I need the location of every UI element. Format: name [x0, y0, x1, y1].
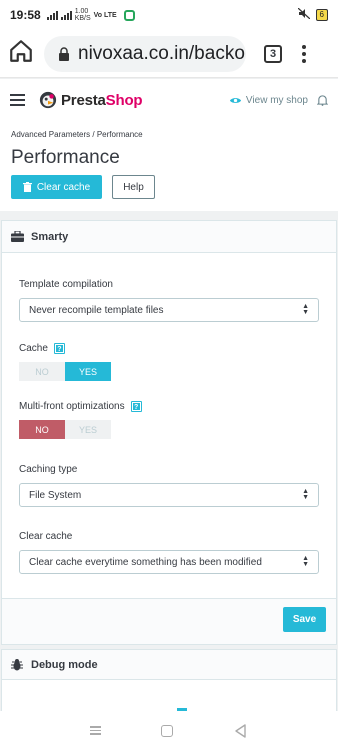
view-my-shop-label: View my shop [245, 94, 308, 106]
select-arrows-icon: ▲ ▼ [302, 555, 309, 568]
signal-icon [46, 10, 58, 20]
template-compilation-value: Never recompile template files [29, 304, 164, 316]
status-bar: 19:58 1.00 KB/S Vo LTE 6 [0, 0, 338, 30]
multifront-yes-option[interactable]: YES [65, 420, 111, 439]
smarty-panel-title: Smarty [31, 230, 69, 243]
multifront-label-row: Multi-front optimizations ? [19, 401, 319, 412]
cache-field: Cache ? NO YES [19, 343, 319, 381]
status-icons: 1.00 KB/S Vo LTE [46, 8, 135, 22]
recents-icon[interactable] [90, 726, 102, 735]
caching-type-label: Caching type [19, 464, 78, 475]
browser-toolbar: nivoxaa.co.in/backo 3 [0, 30, 338, 78]
multifront-switch[interactable]: NO YES [19, 420, 111, 439]
status-right: 6 [297, 7, 328, 22]
page-toolbar: Clear cache Help [11, 175, 327, 199]
puffin-logo-icon [39, 91, 57, 109]
multifront-no-option[interactable]: NO [19, 420, 65, 439]
cache-help-icon[interactable]: ? [53, 343, 65, 354]
eye-icon [229, 97, 241, 103]
bell-icon[interactable] [317, 94, 328, 106]
template-compilation-label: Template compilation [19, 279, 113, 290]
briefcase-icon [11, 231, 24, 242]
cache-no-option[interactable]: NO [19, 362, 65, 381]
caching-type-value: File System [29, 489, 82, 501]
cache-yes-option[interactable]: YES [65, 362, 111, 381]
prestashop-logo[interactable]: PrestaShop [39, 91, 143, 109]
mute-icon [297, 7, 310, 22]
multifront-label: Multi-front optimizations [19, 401, 125, 412]
trash-icon [22, 182, 32, 192]
help-button[interactable]: Help [112, 175, 155, 199]
cache-label: Cache [19, 343, 48, 354]
logo-text: PrestaShop [61, 91, 143, 109]
breadcrumb[interactable]: Advanced Parameters / Performance [11, 130, 327, 139]
caching-type-select[interactable]: File System ▲ ▼ [19, 483, 319, 507]
page-head: Advanced Parameters / Performance Perfor… [0, 121, 338, 211]
debug-mode-title: Debug mode [31, 658, 98, 671]
smarty-form: Template compilation Never recompile tem… [2, 253, 336, 574]
debug-mode-panel: Debug mode [1, 649, 337, 711]
smarty-panel: Smarty Template compilation Never recomp… [1, 220, 337, 645]
clear-cache-select[interactable]: Clear cache everytime something has been… [19, 550, 319, 574]
hamburger-menu-icon[interactable] [10, 94, 25, 106]
address-bar[interactable]: nivoxaa.co.in/backo [44, 35, 246, 72]
template-compilation-field: Template compilation Never recompile tem… [19, 279, 319, 322]
browser-menu-icon[interactable] [302, 44, 306, 63]
home-icon[interactable] [8, 38, 44, 69]
system-nav-bar [0, 711, 338, 750]
clear-cache-field-label: Clear cache [19, 531, 73, 542]
multifront-field: Multi-front optimizations ? NO YES [19, 401, 319, 439]
page-title: Performance [11, 147, 120, 168]
cache-label-row: Cache ? [19, 343, 319, 354]
back-icon[interactable] [234, 723, 248, 738]
status-time: 19:58 [10, 8, 41, 22]
select-arrows-icon: ▲ ▼ [302, 488, 309, 501]
admin-header: PrestaShop View my shop [0, 79, 338, 121]
caching-type-field: Caching type File System ▲ ▼ [19, 464, 319, 507]
cache-switch[interactable]: NO YES [19, 362, 111, 381]
signal-icon-2 [60, 10, 72, 20]
clear-cache-label: Clear cache [36, 181, 91, 193]
net-speed: 1.00 KB/S [74, 8, 91, 22]
template-compilation-select[interactable]: Never recompile template files ▲ ▼ [19, 298, 319, 322]
save-button[interactable]: Save [283, 607, 326, 632]
smarty-panel-footer: Save [2, 598, 336, 644]
select-arrows-icon: ▲ ▼ [302, 303, 309, 316]
notification-app-icon [123, 9, 135, 21]
multifront-help-icon[interactable]: ? [130, 401, 142, 412]
tab-switcher-button[interactable]: 3 [264, 44, 282, 63]
battery-icon: 6 [315, 9, 328, 21]
view-my-shop-link[interactable]: View my shop [229, 95, 308, 106]
lock-icon [59, 46, 69, 61]
system-home-icon[interactable] [161, 724, 174, 737]
volte-label: Vo LTE [93, 11, 117, 19]
clear-cache-field: Clear cache Clear cache everytime someth… [19, 531, 319, 574]
bug-icon [11, 658, 23, 670]
smarty-panel-header: Smarty [2, 221, 336, 253]
clear-cache-button[interactable]: Clear cache [11, 175, 102, 199]
url-text: nivoxaa.co.in/backo [78, 42, 245, 64]
clear-cache-value: Clear cache everytime something has been… [29, 556, 262, 568]
debug-mode-header: Debug mode [2, 650, 336, 680]
